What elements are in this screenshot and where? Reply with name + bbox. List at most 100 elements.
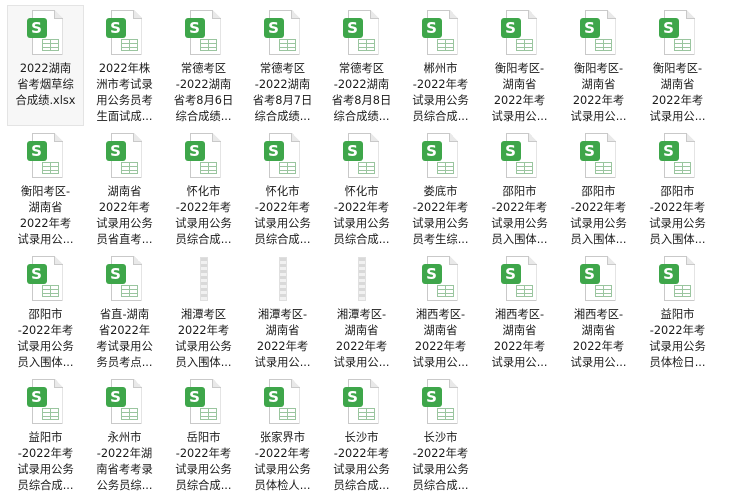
- badge-letter: S: [658, 18, 679, 38]
- file-item[interactable]: S 邵阳市 -2022年考 试录用公务 员入围体...: [7, 251, 84, 372]
- badge-letter: S: [342, 18, 363, 38]
- file-name-label: 邵阳市 -2022年考 试录用公务 员入围体...: [17, 308, 74, 369]
- file-item[interactable]: S 益阳市 -2022年考 试录用公务 员综合成...: [7, 374, 84, 493]
- file-item[interactable]: S 2022湖南 省考烟草综 合成绩.xlsx: [7, 5, 84, 126]
- badge-letter: S: [26, 264, 47, 284]
- spreadsheet-icon: S: [342, 379, 381, 425]
- spreadsheet-icon: S: [500, 256, 539, 302]
- blank-thumbnail-icon: [343, 256, 381, 302]
- file-name-label: 怀化市 -2022年考 试录用公务 员综合成...: [254, 185, 311, 246]
- file-item[interactable]: S 邵阳市 -2022年考 试录用公务 员入围体...: [560, 128, 637, 249]
- blank-thumbnail-icon: [264, 256, 302, 302]
- spreadsheet-icon: S: [184, 379, 223, 425]
- file-name-label: 常德考区 -2022湖南 省考8月6日 综合成绩...: [173, 62, 234, 123]
- badge-letter: S: [658, 264, 679, 284]
- badge-letter: S: [500, 141, 521, 161]
- badge-letter: S: [105, 387, 126, 407]
- badge-letter: S: [342, 141, 363, 161]
- file-name-label: 益阳市 -2022年考 试录用公务 员综合成...: [17, 431, 74, 492]
- file-item[interactable]: S 怀化市 -2022年考 试录用公务 员综合成...: [244, 128, 321, 249]
- file-item[interactable]: S 娄底市 -2022年考 试录用公务 员考生综...: [402, 128, 479, 249]
- file-name-label: 永州市 -2022年湖 南省考考录 公务员综...: [96, 431, 153, 492]
- badge-letter: S: [26, 141, 47, 161]
- spreadsheet-icon: S: [184, 10, 223, 56]
- file-item[interactable]: S 邵阳市 -2022年考 试录用公务 员入围体...: [481, 128, 558, 249]
- file-name-label: 2022湖南 省考烟草综 合成绩.xlsx: [15, 62, 76, 107]
- spreadsheet-icon: S: [421, 256, 460, 302]
- file-item[interactable]: S 衡阳考区- 湖南省 2022年考 试录用公...: [481, 5, 558, 126]
- file-item[interactable]: S 常德考区 -2022湖南 省考8月8日 综合成绩...: [323, 5, 400, 126]
- badge-letter: S: [421, 18, 442, 38]
- spreadsheet-icon: S: [105, 133, 144, 179]
- file-item[interactable]: 湘潭考区- 湖南省 2022年考 试录用公...: [323, 251, 400, 372]
- file-name-label: 邵阳市 -2022年考 试录用公务 员入围体...: [570, 185, 627, 246]
- file-name-label: 常德考区 -2022湖南 省考8月7日 综合成绩...: [252, 62, 313, 123]
- spreadsheet-icon: S: [579, 10, 618, 56]
- file-item[interactable]: S 湘西考区- 湖南省 2022年考 试录用公...: [560, 251, 637, 372]
- file-name-label: 衡阳考区- 湖南省 2022年考 试录用公...: [649, 62, 706, 123]
- file-item[interactable]: S 长沙市 -2022年考 试录用公务 员综合成...: [402, 374, 479, 493]
- file-item[interactable]: S 常德考区 -2022湖南 省考8月7日 综合成绩...: [244, 5, 321, 126]
- file-item[interactable]: S 常德考区 -2022湖南 省考8月6日 综合成绩...: [165, 5, 242, 126]
- file-name-label: 湘西考区- 湖南省 2022年考 试录用公...: [491, 308, 548, 369]
- badge-letter: S: [342, 387, 363, 407]
- file-name-label: 湘潭考区- 湖南省 2022年考 试录用公...: [254, 308, 311, 369]
- badge-letter: S: [579, 18, 600, 38]
- file-name-label: 岳阳市 -2022年考 试录用公务 员综合成...: [175, 431, 232, 492]
- file-name-label: 邵阳市 -2022年考 试录用公务 员入围体...: [491, 185, 548, 246]
- spreadsheet-icon: S: [421, 10, 460, 56]
- file-item[interactable]: S 怀化市 -2022年考 试录用公务 员综合成...: [165, 128, 242, 249]
- file-item[interactable]: S 益阳市 -2022年考 试录用公务 员体检日...: [639, 251, 716, 372]
- file-item[interactable]: S 永州市 -2022年湖 南省考考录 公务员综...: [86, 374, 163, 493]
- spreadsheet-icon: S: [26, 256, 65, 302]
- file-item[interactable]: S 湘西考区- 湖南省 2022年考 试录用公...: [402, 251, 479, 372]
- file-name-label: 娄底市 -2022年考 试录用公务 员考生综...: [412, 185, 469, 246]
- badge-letter: S: [421, 264, 442, 284]
- badge-letter: S: [105, 264, 126, 284]
- file-name-label: 郴州市 -2022年考 试录用公务 员综合成...: [412, 62, 469, 123]
- badge-letter: S: [184, 387, 205, 407]
- file-name-label: 长沙市 -2022年考 试录用公务 员综合成...: [333, 431, 390, 492]
- file-item[interactable]: S 湖南省 2022年考 试录用公务 员省直考...: [86, 128, 163, 249]
- file-name-label: 怀化市 -2022年考 试录用公务 员综合成...: [333, 185, 390, 246]
- file-item[interactable]: S 郴州市 -2022年考 试录用公务 员综合成...: [402, 5, 479, 126]
- spreadsheet-icon: S: [263, 10, 302, 56]
- spreadsheet-icon: S: [500, 133, 539, 179]
- file-item[interactable]: S 湘西考区- 湖南省 2022年考 试录用公...: [481, 251, 558, 372]
- spreadsheet-icon: S: [263, 133, 302, 179]
- file-item[interactable]: S 2022年株 洲市考试录 用公务员考 生面试成...: [86, 5, 163, 126]
- file-item[interactable]: 湘潭考区- 湖南省 2022年考 试录用公...: [244, 251, 321, 372]
- file-item[interactable]: S 长沙市 -2022年考 试录用公务 员综合成...: [323, 374, 400, 493]
- file-item[interactable]: S 衡阳考区- 湖南省 2022年考 试录用公...: [639, 5, 716, 126]
- spreadsheet-icon: S: [105, 10, 144, 56]
- file-name-label: 衡阳考区- 湖南省 2022年考 试录用公...: [570, 62, 627, 123]
- file-name-label: 益阳市 -2022年考 试录用公务 员体检日...: [649, 308, 706, 369]
- spreadsheet-icon: S: [26, 133, 65, 179]
- spreadsheet-icon: S: [184, 133, 223, 179]
- badge-letter: S: [658, 141, 679, 161]
- file-item[interactable]: S 邵阳市 -2022年考 试录用公务 员入围体...: [639, 128, 716, 249]
- spreadsheet-icon: S: [26, 10, 65, 56]
- file-name-label: 衡阳考区- 湖南省 2022年考 试录用公...: [17, 185, 74, 246]
- spreadsheet-icon: S: [579, 256, 618, 302]
- badge-letter: S: [421, 387, 442, 407]
- file-name-label: 湘潭考区- 湖南省 2022年考 试录用公...: [333, 308, 390, 369]
- file-item[interactable]: S 衡阳考区- 湖南省 2022年考 试录用公...: [7, 128, 84, 249]
- file-name-label: 湘西考区- 湖南省 2022年考 试录用公...: [570, 308, 627, 369]
- badge-letter: S: [421, 141, 442, 161]
- badge-letter: S: [105, 141, 126, 161]
- file-name-label: 省直-湖南 省2022年 考试录用公 务员考点...: [96, 308, 153, 369]
- file-item[interactable]: S 衡阳考区- 湖南省 2022年考 试录用公...: [560, 5, 637, 126]
- file-item[interactable]: S 怀化市 -2022年考 试录用公务 员综合成...: [323, 128, 400, 249]
- spreadsheet-icon: S: [263, 379, 302, 425]
- blank-thumbnail-icon: [185, 256, 223, 302]
- spreadsheet-icon: S: [658, 133, 697, 179]
- file-item[interactable]: S 张家界市 -2022年考 试录用公务 员体检人...: [244, 374, 321, 493]
- file-item[interactable]: S 省直-湖南 省2022年 考试录用公 务员考点...: [86, 251, 163, 372]
- file-item[interactable]: 湘潭考区 2022年考 试录用公务 员入围体...: [165, 251, 242, 372]
- badge-letter: S: [105, 18, 126, 38]
- badge-letter: S: [26, 387, 47, 407]
- file-name-label: 湖南省 2022年考 试录用公务 员省直考...: [96, 185, 153, 246]
- file-name-label: 长沙市 -2022年考 试录用公务 员综合成...: [412, 431, 469, 492]
- file-item[interactable]: S 岳阳市 -2022年考 试录用公务 员综合成...: [165, 374, 242, 493]
